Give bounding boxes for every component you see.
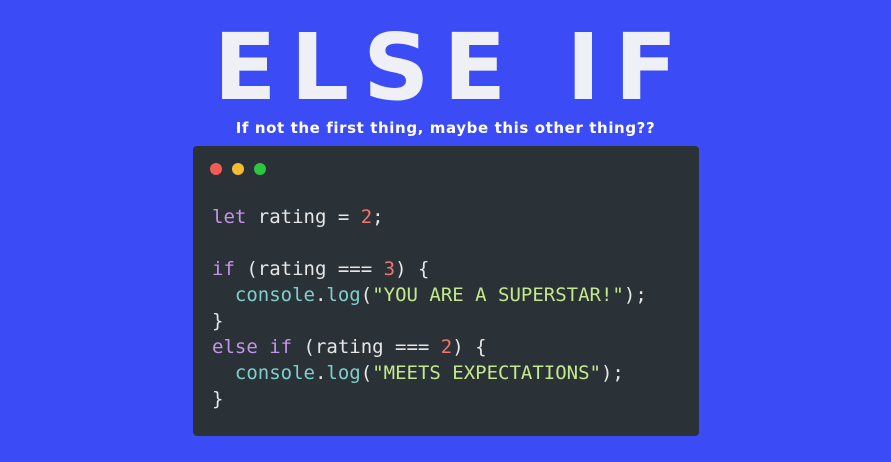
- code-line-4: console.log("YOU ARE A SUPERSTAR!");: [212, 282, 647, 308]
- code-line-5: }: [212, 308, 647, 334]
- code-text: rating =: [246, 206, 361, 228]
- green-dot-icon[interactable]: [254, 163, 266, 175]
- code-text: (rating ===: [292, 336, 441, 358]
- code-text: );: [600, 362, 624, 384]
- code-block: let rating = 2; if (rating === 3) { cons…: [212, 204, 647, 412]
- code-text: (: [360, 362, 373, 384]
- code-text: );: [623, 284, 647, 306]
- page-subtitle: If not the first thing, maybe this other…: [235, 119, 656, 137]
- code-text: ;: [372, 206, 384, 228]
- code-text: }: [212, 388, 224, 410]
- method-name: log: [326, 284, 361, 306]
- string-literal: "YOU ARE A SUPERSTAR!": [372, 284, 624, 306]
- keyword: if: [212, 258, 235, 280]
- object-name: console: [234, 284, 315, 306]
- page-title: ELSE IF: [213, 14, 692, 121]
- object-name: console: [234, 362, 315, 384]
- number-literal: 2: [440, 336, 453, 358]
- code-text: .: [314, 362, 327, 384]
- code-line-8: }: [212, 386, 647, 412]
- page: ELSE IF If not the first thing, maybe th…: [0, 0, 891, 462]
- code-editor-window: let rating = 2; if (rating === 3) { cons…: [193, 146, 699, 436]
- method-name: log: [326, 362, 361, 384]
- code-text: }: [212, 310, 224, 332]
- code-text: (rating ===: [234, 258, 384, 280]
- number-literal: 2: [360, 206, 373, 228]
- number-literal: 3: [383, 258, 396, 280]
- code-line-1: let rating = 2;: [212, 204, 647, 230]
- code-line-6: else if (rating === 2) {: [212, 334, 647, 360]
- red-dot-icon[interactable]: [210, 163, 222, 175]
- code-line-3: if (rating === 3) {: [212, 256, 647, 282]
- code-line-7: console.log("MEETS EXPECTATIONS");: [212, 360, 647, 386]
- code-text: ) {: [452, 336, 487, 358]
- string-literal: "MEETS EXPECTATIONS": [372, 362, 601, 384]
- code-text: .: [314, 284, 327, 306]
- code-text: (: [360, 284, 373, 306]
- keyword: else if: [212, 336, 293, 358]
- yellow-dot-icon[interactable]: [232, 163, 244, 175]
- code-text: ) {: [395, 258, 430, 280]
- keyword: let: [212, 206, 247, 228]
